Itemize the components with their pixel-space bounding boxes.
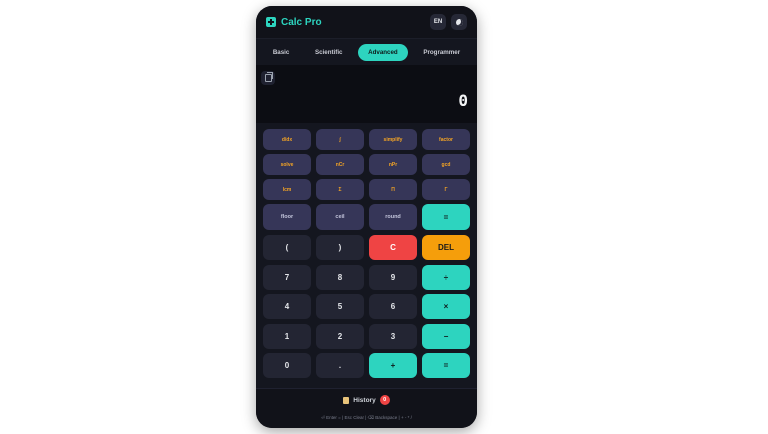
tab-programmer[interactable]: Programmer — [413, 44, 470, 61]
key-divide[interactable]: ÷ — [422, 264, 470, 290]
tab-advanced[interactable]: Advanced — [358, 43, 408, 61]
key-equals-top[interactable]: = — [422, 204, 470, 230]
mode-tabs: Basic Scientific Advanced Programmer — [256, 38, 477, 65]
history-count-badge: 0 — [379, 395, 390, 405]
display-panel: 0 — [256, 65, 477, 123]
key-decimal[interactable]: . — [316, 353, 364, 378]
key-integral[interactable]: ∫ — [316, 129, 364, 150]
key-solve[interactable]: solve — [263, 154, 311, 175]
tab-scientific[interactable]: Scientific — [305, 44, 353, 61]
app-title: Calc Pro — [281, 16, 322, 28]
key-subtract[interactable]: − — [422, 323, 470, 349]
key-open-paren[interactable]: ( — [263, 235, 311, 260]
key-equals[interactable]: = — [422, 353, 470, 378]
key-add[interactable]: + — [369, 353, 417, 378]
key-lcm[interactable]: lcm — [263, 179, 311, 200]
key-product[interactable]: Π — [369, 179, 417, 200]
key-gamma[interactable]: Γ — [422, 179, 470, 200]
copy-icon — [264, 72, 273, 82]
footer: History 0 ⏎ Enter = | Esc Clear | ⌫ Back… — [256, 388, 477, 428]
key-5[interactable]: 5 — [316, 294, 364, 319]
key-clear[interactable]: C — [369, 235, 417, 260]
key-multiply[interactable]: × — [422, 294, 470, 319]
key-delete[interactable]: DEL — [422, 235, 470, 260]
key-round[interactable]: round — [369, 204, 417, 230]
key-4[interactable]: 4 — [263, 294, 311, 319]
key-simplify[interactable]: simplify — [369, 129, 417, 150]
key-factor[interactable]: factor — [422, 129, 470, 150]
display-value: 0 — [458, 91, 468, 110]
key-ncr[interactable]: nCr — [316, 154, 364, 175]
header-actions: EN — [430, 14, 467, 30]
key-1[interactable]: 1 — [263, 323, 311, 349]
key-8[interactable]: 8 — [316, 264, 364, 290]
key-sum[interactable]: Σ — [316, 179, 364, 200]
copy-button[interactable] — [261, 71, 275, 85]
scroll-icon — [343, 396, 350, 404]
app-header: Calc Pro EN — [256, 6, 477, 38]
key-2[interactable]: 2 — [316, 323, 364, 349]
key-ceil[interactable]: ceil — [316, 204, 364, 230]
key-gcd[interactable]: gcd — [422, 154, 470, 175]
brand: Calc Pro — [266, 17, 322, 28]
keypad: d/dx ∫ simplify factor solve nCr nPr gcd… — [256, 123, 477, 383]
keyboard-hint: ⏎ Enter = | Esc Clear | ⌫ Backspace | + … — [321, 415, 412, 420]
theme-toggle-button[interactable] — [451, 14, 467, 30]
key-close-paren[interactable]: ) — [316, 235, 364, 260]
key-0[interactable]: 0 — [263, 353, 311, 378]
language-button[interactable]: EN — [430, 14, 446, 30]
calculator-logo-icon — [266, 17, 276, 27]
moon-icon — [455, 18, 463, 26]
history-label: History — [353, 396, 376, 404]
key-7[interactable]: 7 — [263, 264, 311, 290]
tab-basic[interactable]: Basic — [263, 44, 300, 61]
calculator-app: Calc Pro EN Basic Scientific Advanced Pr… — [256, 6, 477, 428]
key-3[interactable]: 3 — [369, 323, 417, 349]
history-button[interactable]: History 0 — [256, 395, 477, 405]
key-derivative[interactable]: d/dx — [263, 129, 311, 150]
key-6[interactable]: 6 — [369, 294, 417, 319]
key-floor[interactable]: floor — [263, 204, 311, 230]
key-npr[interactable]: nPr — [369, 154, 417, 175]
key-9[interactable]: 9 — [369, 264, 417, 290]
